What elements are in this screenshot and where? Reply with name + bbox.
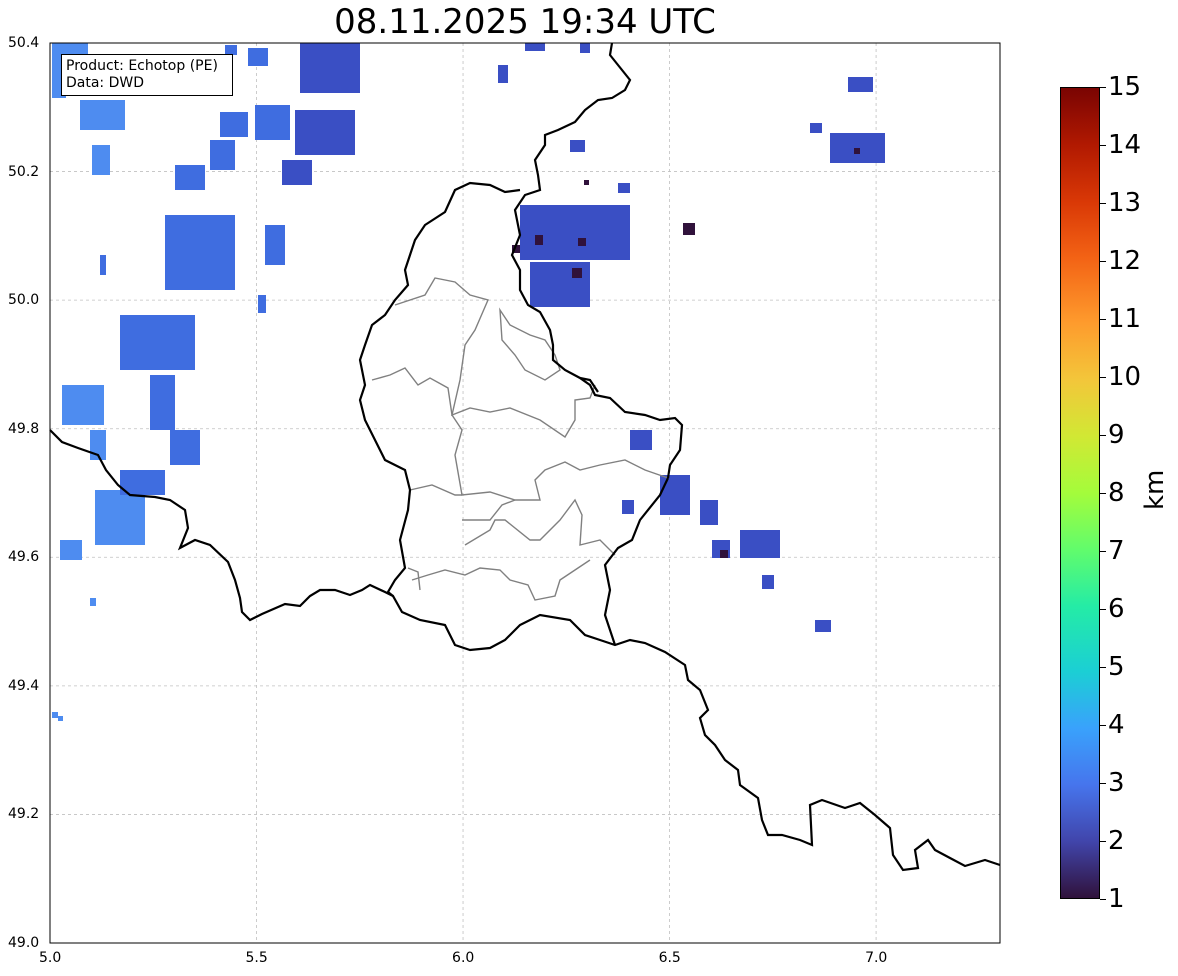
y-tick-label: 49.8 xyxy=(8,420,40,437)
y-tick-label: 50.0 xyxy=(8,292,40,309)
colorbar-tick-label: 5 xyxy=(1108,652,1125,682)
colorbar-tick-mark xyxy=(1100,203,1106,204)
y-tick-label: 49.4 xyxy=(8,677,40,694)
colorbar-tick-mark xyxy=(1100,841,1106,842)
colorbar-tick-label: 1 xyxy=(1108,884,1125,914)
colorbar-tick-mark xyxy=(1100,609,1106,610)
colorbar-tick-mark xyxy=(1100,551,1106,552)
y-tick-label: 49.2 xyxy=(8,806,40,823)
radar-map xyxy=(49,42,1001,944)
y-tick-label: 50.4 xyxy=(8,35,40,51)
colorbar-tick-label: 6 xyxy=(1108,594,1125,624)
x-tick-label: 6.5 xyxy=(658,950,681,966)
y-tick-label: 49.6 xyxy=(8,549,40,566)
colorbar-tick-label: 13 xyxy=(1108,188,1142,218)
colorbar-tick-label: 8 xyxy=(1108,478,1125,508)
x-tick-label: 5.0 xyxy=(39,950,62,966)
colorbar-tick-label: 12 xyxy=(1108,246,1142,276)
colorbar-tick-label: 10 xyxy=(1108,362,1142,392)
product-label: Product: Echotop (PE) xyxy=(66,58,218,74)
radar-echoes xyxy=(52,43,885,721)
colorbar-tick-label: 4 xyxy=(1108,710,1125,740)
colorbar-tick-mark xyxy=(1100,725,1106,726)
colorbar xyxy=(1060,87,1100,899)
colorbar-tick-label: 3 xyxy=(1108,768,1125,798)
y-tick-label: 50.2 xyxy=(8,163,40,180)
y-tick-label: 49.0 xyxy=(8,935,40,951)
colorbar-tick-label: 11 xyxy=(1108,304,1142,334)
colorbar-tick-label: 14 xyxy=(1108,130,1142,160)
colorbar-tick-label: 7 xyxy=(1108,536,1125,566)
colorbar-tick-mark xyxy=(1100,87,1106,88)
colorbar-tick-mark xyxy=(1100,899,1106,900)
colorbar-tick-label: 15 xyxy=(1108,72,1142,102)
colorbar-tick-label: 9 xyxy=(1108,420,1125,450)
x-tick-label: 5.5 xyxy=(245,950,268,966)
colorbar-tick-mark xyxy=(1100,377,1106,378)
colorbar-unit-label: km xyxy=(1140,469,1170,510)
colorbar-tick-mark xyxy=(1100,667,1106,668)
colorbar-tick-mark xyxy=(1100,783,1106,784)
x-tick-label: 7.0 xyxy=(865,950,888,966)
canton-boundaries xyxy=(371,277,669,601)
colorbar-tick-mark xyxy=(1100,493,1106,494)
colorbar-tick-mark xyxy=(1100,261,1106,262)
colorbar-tick-mark xyxy=(1100,435,1106,436)
data-source-label: Data: DWD xyxy=(66,75,144,91)
colorbar-tick-label: 2 xyxy=(1108,826,1125,856)
x-tick-label: 6.0 xyxy=(452,950,475,966)
info-box: Product: Echotop (PE) Data: DWD xyxy=(61,54,233,96)
colorbar-tick-mark xyxy=(1100,145,1106,146)
colorbar-tick-mark xyxy=(1100,319,1106,320)
